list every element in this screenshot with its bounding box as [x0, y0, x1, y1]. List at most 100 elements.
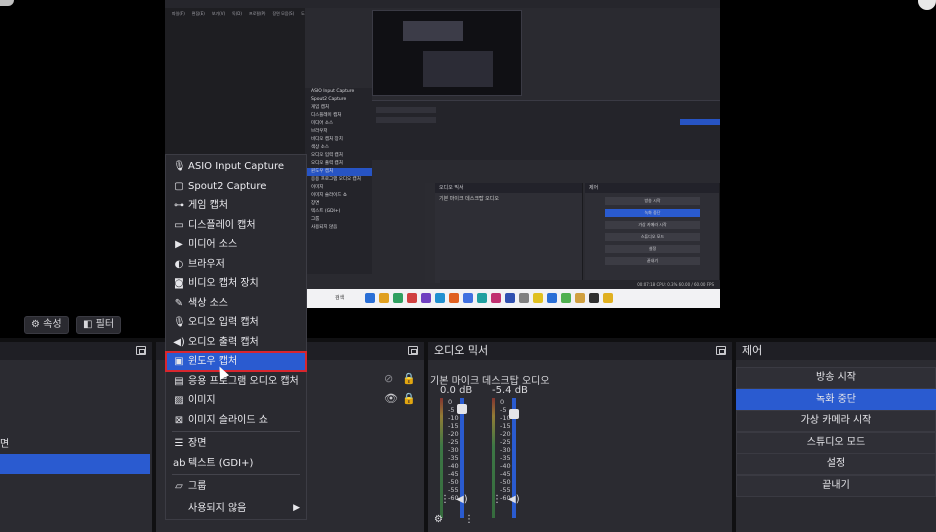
menu-item-label: 그룹 [188, 481, 207, 492]
gear-icon: ⚙ [31, 319, 40, 330]
control-button[interactable]: 끝내기 [736, 474, 936, 497]
menu-item-label: 미디어 소스 [188, 239, 238, 250]
menu-item[interactable]: ab 텍스트 (GDI+) [166, 454, 306, 473]
menu-item[interactable]: ▢ Spout2 Capture [166, 177, 306, 196]
visibility-hidden-icon[interactable]: ⊘ [384, 372, 393, 385]
menu-item[interactable]: ☰ 장면 [166, 434, 306, 453]
lock-icon[interactable]: 🔒 [402, 372, 416, 385]
menu-item[interactable]: 🎙 오디오 입력 캡처 [166, 313, 306, 332]
preview-menu-item: 디스플레이 캡처 [311, 113, 342, 118]
preview-mixer-sources: 기본 마이크 데스크탑 오디오 [439, 196, 499, 202]
volume-meter-scale: 0 -5 -10 -15 -20 -25 -30 -35 -40 -45 -50 -55 -60 [448, 398, 459, 502]
scenes-dock: 면 [0, 342, 152, 532]
volume-scale-tick: -45 [500, 470, 511, 478]
mixer-settings-icon[interactable]: ⚙ [434, 514, 443, 525]
mixer-channel-db: 0.0 dB [440, 385, 473, 396]
profile-avatar-icon[interactable] [918, 0, 936, 10]
menu-item[interactable]: ▭ 디스플레이 캡처 [166, 216, 306, 235]
scene-item-selected[interactable] [0, 454, 150, 474]
preview-taskbar-app-icon [365, 293, 375, 303]
speaker-icon[interactable]: ◀) [508, 494, 520, 505]
menu-item-label: 이미지 슬라이드 쇼 [188, 414, 268, 426]
control-button[interactable]: 설정 [736, 453, 936, 475]
preview-control-button: 방송 시작 [605, 197, 700, 205]
menu-item[interactable]: ▨ 이미지 [166, 391, 306, 410]
menu-item[interactable]: ▶ 미디어 소스 [166, 235, 306, 254]
filters-button[interactable]: ◧ 필터 [76, 316, 122, 334]
menu-item[interactable]: 🎙 ASIO Input Capture [166, 157, 306, 176]
filters-label: 필터 [95, 319, 115, 330]
filter-icon: ◧ [83, 319, 93, 330]
menu-item-icon: ◙ [174, 278, 184, 289]
control-button[interactable]: 방송 시작 [736, 367, 936, 389]
menu-item[interactable]: ◀) 오디오 출력 캡처 [166, 333, 306, 352]
preview-taskbar-app-icon [603, 293, 613, 303]
preview-taskbar-app-icon [421, 293, 431, 303]
menu-item[interactable]: ⊠ 이미지 슬라이드 쇼 [166, 411, 306, 430]
control-button[interactable]: 녹화 중단 [736, 388, 936, 411]
menu-item-icon: ▭ [174, 219, 184, 231]
volume-scale-tick: -40 [448, 462, 459, 470]
preview-taskbar-app-icon [477, 293, 487, 303]
preview-menu-item: 윈도우 캡처 [305, 168, 372, 176]
menu-item[interactable]: ✎ 색상 소스 [166, 294, 306, 313]
preview-menu-item: 사용되지 않음 [311, 225, 338, 230]
volume-scale-tick: -55 [500, 486, 511, 494]
menu-item-label: 장면 [188, 438, 207, 449]
menu-item-icon: ▣ [174, 356, 184, 367]
menu-item-icon: ☰ [174, 438, 184, 449]
speaker-icon[interactable]: ◀) [456, 494, 468, 505]
properties-button[interactable]: ⚙ 속성 [24, 316, 69, 334]
preview-menu-item: 이미지 [311, 185, 324, 190]
volume-fader-handle[interactable] [457, 403, 467, 414]
preview-menu-item: ASIO Input Capture [311, 89, 355, 94]
control-button[interactable]: 가상 카메라 시작 [736, 410, 936, 432]
properties-label: 속성 [43, 319, 62, 330]
menu-separator [172, 474, 300, 475]
preview-controls-title: 제어 [585, 183, 719, 193]
preview-menu-item: 그룹 [311, 217, 320, 222]
mixer-menu-icon[interactable]: ⋮ [464, 514, 474, 525]
volume-scale-tick: -15 [448, 422, 459, 430]
volume-fader-handle[interactable] [509, 409, 519, 419]
preview-menubar-item: 독(D) [232, 11, 242, 16]
channel-menu-icon[interactable]: ⋮ [440, 494, 450, 505]
menu-item[interactable]: ◐ 브라우저 [166, 255, 306, 274]
audio-mixer-dock: 오디오 믹서 기본 마이크 0.0 dB 0 -5 -10 -15 -20 -25 -30 -35… [428, 342, 732, 532]
preview-menu-item: 비디오 캡처 장치 [311, 137, 343, 142]
screen: { "preview": { "menubar": ["파일(F)", "편집(… [0, 0, 936, 532]
menu-item[interactable]: ◙ 비디오 캡처 장치 [166, 274, 306, 293]
undock-icon[interactable] [136, 346, 146, 355]
preview-menubar-item: 파일(F) [172, 11, 185, 16]
undock-icon[interactable] [716, 346, 726, 355]
scene-item-label[interactable]: 면 [0, 435, 9, 450]
menu-item[interactable]: ▣ 윈도우 캡처 [165, 351, 307, 372]
preview-control-button: 끝내기 [605, 257, 700, 265]
menu-item[interactable]: ▤ 응용 프로그램 오디오 캡처 [166, 372, 306, 391]
preview-taskbar-app-icon [519, 293, 529, 303]
menu-item[interactable]: ⊶ 게임 캡처 [166, 196, 306, 215]
eye-icon[interactable]: 👁 [384, 392, 398, 405]
preview-menubar: 파일(F)편집(E)보기(V)독(D)프로필(P)장면 모음(S)도구(T)도움… [165, 0, 720, 16]
menu-item[interactable]: ▱ 그룹 [166, 477, 306, 496]
volume-scale-tick: -25 [500, 438, 511, 446]
preview-menubar-item: 편집(E) [191, 11, 205, 16]
channel-menu-icon[interactable]: ⋮ [492, 494, 502, 505]
lock-icon[interactable]: 🔒 [402, 392, 416, 405]
preview-menubar-item: 프로필(P) [248, 11, 266, 16]
preview-taskbar-app-icon [589, 293, 599, 303]
controls-title: 제어 [736, 342, 936, 360]
preview-control-button: 녹화 중단 [605, 209, 700, 217]
preview-taskbar-app-icon [575, 293, 585, 303]
menu-item-label: 사용되지 않음 [188, 502, 247, 514]
preview-menu-item: 오디오 출력 캡처 [311, 161, 343, 166]
menu-item-label: 오디오 입력 캡처 [188, 317, 259, 328]
control-button[interactable]: 스튜디오 모드 [736, 431, 936, 454]
undock-icon[interactable] [408, 346, 418, 355]
menu-item[interactable]: 사용되지 않음 ▶ [166, 499, 306, 518]
preview-control-button: 스튜디오 모드 [605, 233, 700, 241]
menu-item-icon: ▶ [175, 239, 183, 250]
preview-taskbar-app-icon [533, 293, 543, 303]
source-toolbar: ⚙ 속성 ◧ 필터 [0, 308, 936, 338]
chevron-right-icon: ▶ [293, 502, 300, 513]
